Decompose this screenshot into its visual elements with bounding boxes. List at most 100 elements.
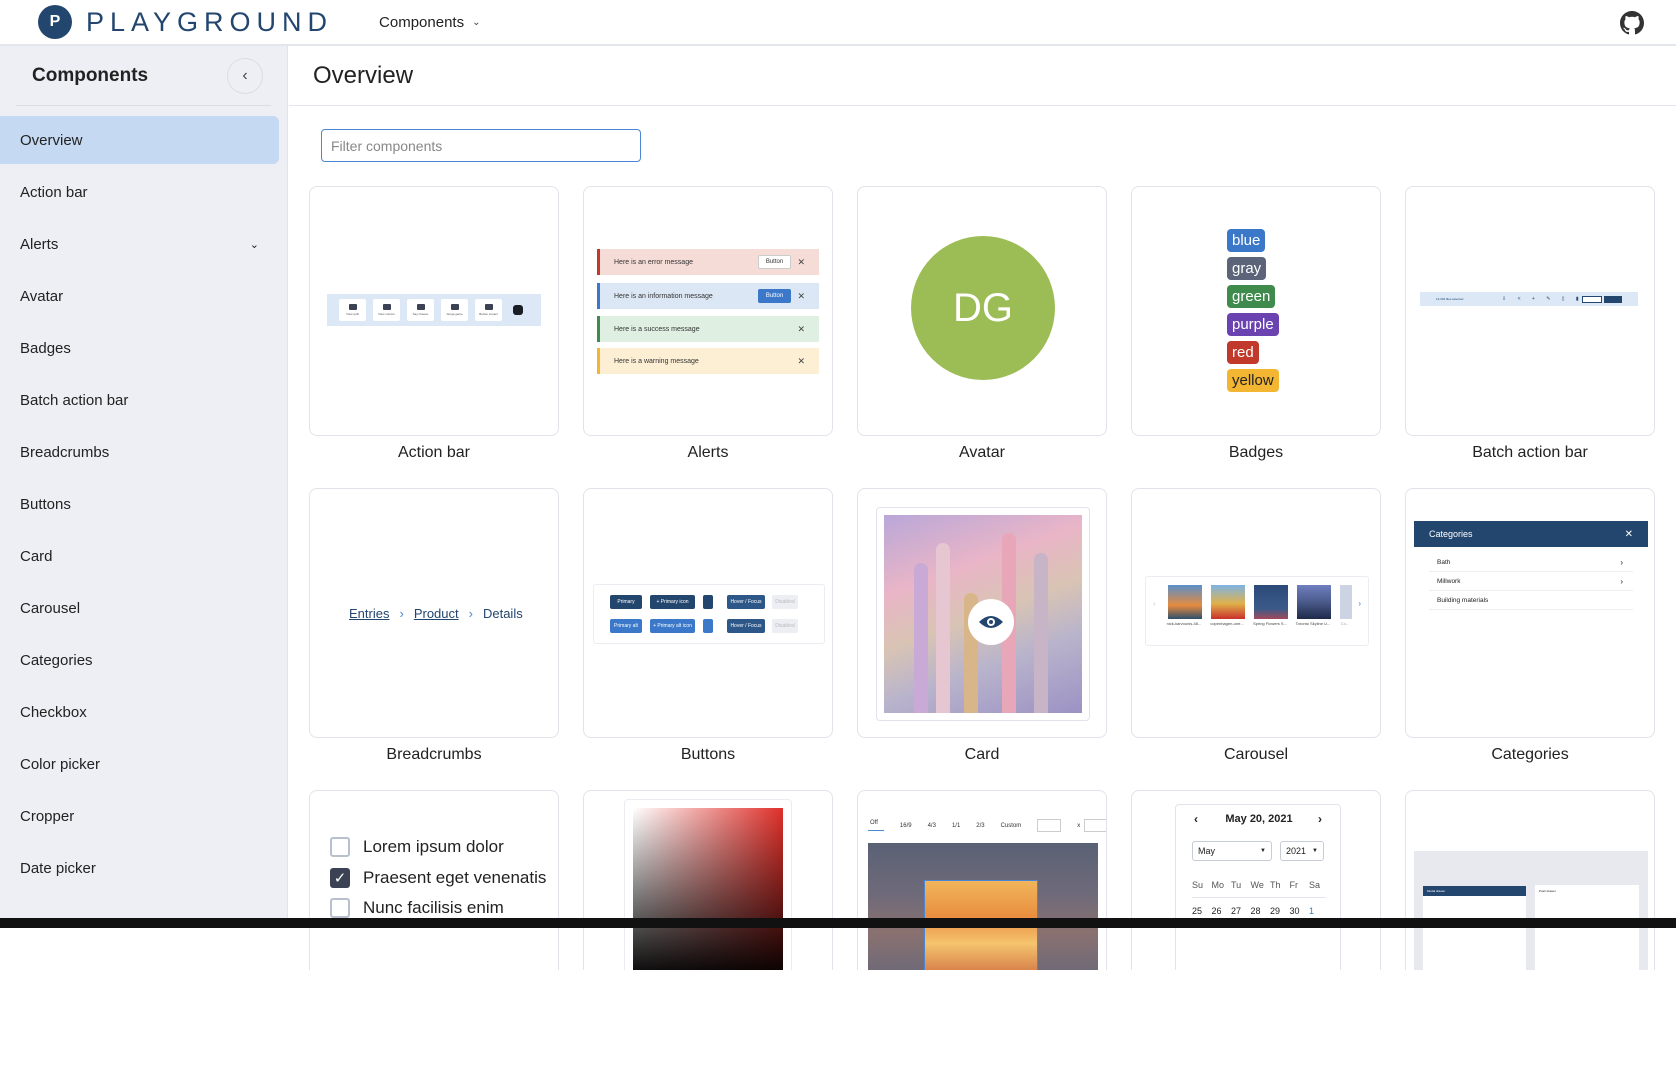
cropper-image [868,843,1098,970]
components-menu-label: Components [379,13,465,31]
alert-button: Button [758,255,791,269]
sidebar-item-color-picker[interactable]: Color picker [0,740,279,788]
tile-drawer[interactable]: Modal drawer Push drawer [1405,790,1655,1092]
sidebar-item-label: Buttons [20,495,71,513]
tile-badges[interactable]: blue gray green purple red yellow Badges [1131,186,1381,488]
badge-green: green [1227,285,1276,308]
tile-categories[interactable]: Categories ✕ Bath › Millwork › Building mat… [1405,488,1655,790]
day: 26 [1211,906,1222,916]
breadcrumb: Entries › Product › Details [349,606,523,621]
sidebar-item-carousel[interactable]: Carousel [0,584,279,632]
tile-preview: Off 16/9 4/3 1/1 2/3 Custom x [857,790,1107,970]
brush [1034,553,1048,713]
tile-preview: Modal drawer Push drawer [1405,790,1655,970]
tile-action-bar[interactable]: View quilt View column Say cheese Jenga … [309,186,559,488]
tile-breadcrumbs[interactable]: Entries › Product › Details Breadcrumbs [309,488,559,790]
ratio-tab: 2/3 [976,822,985,829]
tile-avatar[interactable]: DG Avatar [857,186,1107,488]
sidebar-item-badges[interactable]: Badges [0,324,279,372]
tile-buttons[interactable]: Primary + Primary icon Hover / Focus Dis… [583,488,833,790]
chevron-down-icon[interactable]: ⌄ [250,238,259,251]
jenga-icon [450,304,459,310]
tile-carousel[interactable]: ‹ nick-karvounis-48... copenhagen-une...… [1131,488,1381,790]
badge-purple: purple [1227,313,1279,336]
date-picker-preview: ‹ May 20, 2021 › May ▼ 2021 ▼ Su Mo Tu We Th Fr… [1175,804,1341,970]
sidebar: Components ‹ Overview Action bar Alerts ⌄… [0,46,288,928]
sidebar-item-action-bar[interactable]: Action bar [0,168,279,216]
day: 30 [1289,906,1300,916]
sidebar-item-overview[interactable]: Overview [0,116,279,164]
sidebar-item-avatar[interactable]: Avatar [0,272,279,320]
sidebar-item-buttons[interactable]: Buttons [0,480,279,528]
sidebar-item-categories[interactable]: Categories [0,636,279,684]
logo[interactable]: P PLAYGROUND [38,5,333,39]
ratio-tab: 1/1 [951,822,961,829]
category-item: Millwork › [1429,572,1633,591]
mobile-icon [703,619,713,633]
tile-preview [583,790,833,970]
carousel-item: copenhagen-une... [1209,583,1245,633]
tile-preview: ‹ May 20, 2021 › May ▼ 2021 ▼ Su Mo Tu We Th Fr… [1131,790,1381,970]
tile-color-picker[interactable] [583,790,833,1092]
screen-bottom-edge [0,918,1676,928]
weekday: Mo [1211,880,1225,890]
sidebar-item-cropper[interactable]: Cropper [0,792,279,840]
brush [914,563,928,713]
categories-title: Categories [1429,529,1473,539]
drawer-text [1423,896,1526,904]
alert-text: Here is an information message [614,292,713,300]
sidebar-item-breadcrumbs[interactable]: Breadcrumbs [0,428,279,476]
github-icon[interactable] [1620,11,1644,35]
sidebar-item-checkbox[interactable]: Checkbox [0,688,279,736]
card-preview [876,507,1090,721]
mobile-icon [703,595,713,609]
sidebar-item-card[interactable]: Card [0,532,279,580]
components-menu[interactable]: Components ⌄ [379,14,480,31]
day: 28 [1250,906,1261,916]
checkbox-item: Lorem ipsum dolor [330,837,504,857]
weekday: Su [1192,880,1204,890]
category-label: Building materials [1437,596,1489,604]
tile-preview: Here is an error message Button ✕ Here is … [583,186,833,436]
alert-text: Here is a success message [614,325,700,333]
year-value: 2021 [1286,846,1307,856]
tile-date-picker[interactable]: ‹ May 20, 2021 › May ▼ 2021 ▼ Su Mo Tu We Th Fr… [1131,790,1381,1092]
sidebar-title: Components [32,64,149,86]
sidebar-item-label: Breadcrumbs [20,443,110,461]
tile-cropper[interactable]: Off 16/9 4/3 1/1 2/3 Custom x [857,790,1107,1092]
tile-checkbox[interactable]: Lorem ipsum dolor ✓ Praesent eget venenat… [309,790,559,1092]
filter-components-input[interactable] [321,129,641,162]
alert-text: Here is a warning message [614,357,699,365]
date-row: 25 26 27 28 29 30 1 [1192,906,1329,916]
brush [936,543,950,713]
drawer-preview: Modal drawer Push drawer [1414,851,1648,970]
sidebar-item-alerts[interactable]: Alerts ⌄ [0,220,279,268]
sidebar-item-label: Action bar [20,183,88,201]
sidebar-item-label: Overview [20,131,83,149]
aspect-ratio-tabs: Off 16/9 4/3 1/1 2/3 Custom x [868,819,1106,832]
push-drawer-title: Push drawer [1539,889,1556,893]
weekday: Tu [1231,880,1242,890]
carousel-item: Toronto Skyline U... [1295,583,1331,633]
weekday: We [1250,880,1264,890]
collapse-sidebar-button[interactable]: ‹ [227,57,263,94]
carousel-caption: Spring Flowers S... [1253,621,1287,626]
ratio-tab: Off [868,820,884,831]
logo-text: PLAYGROUND [86,6,334,37]
close-icon: ✕ [797,256,805,267]
day: 1 [1309,906,1315,916]
sidebar-item-label: Color picker [20,755,101,773]
main-content: Overview View quilt View column Say chee… [289,46,1676,970]
action-bar-preview: View quilt View column Say cheese Jenga … [327,294,541,326]
cancel-button [1582,295,1602,303]
tile-batch-action-bar[interactable]: 13,394 files selected ⇩ < + ✎ ▯ ▮ Batch … [1405,186,1655,488]
tile-alerts[interactable]: Here is an error message Button ✕ Here is … [583,186,833,488]
sidebar-item-label: Card [20,547,53,565]
tile-card[interactable]: Card [857,488,1107,790]
carousel-image [1297,585,1331,619]
sidebar-item-date-picker[interactable]: Date picker [0,844,279,892]
badge-blue: blue [1227,229,1266,252]
badge-gray: gray [1227,257,1267,280]
sidebar-item-batch-action-bar[interactable]: Batch action bar [0,376,279,424]
breadcrumb-details: Details [482,606,523,621]
